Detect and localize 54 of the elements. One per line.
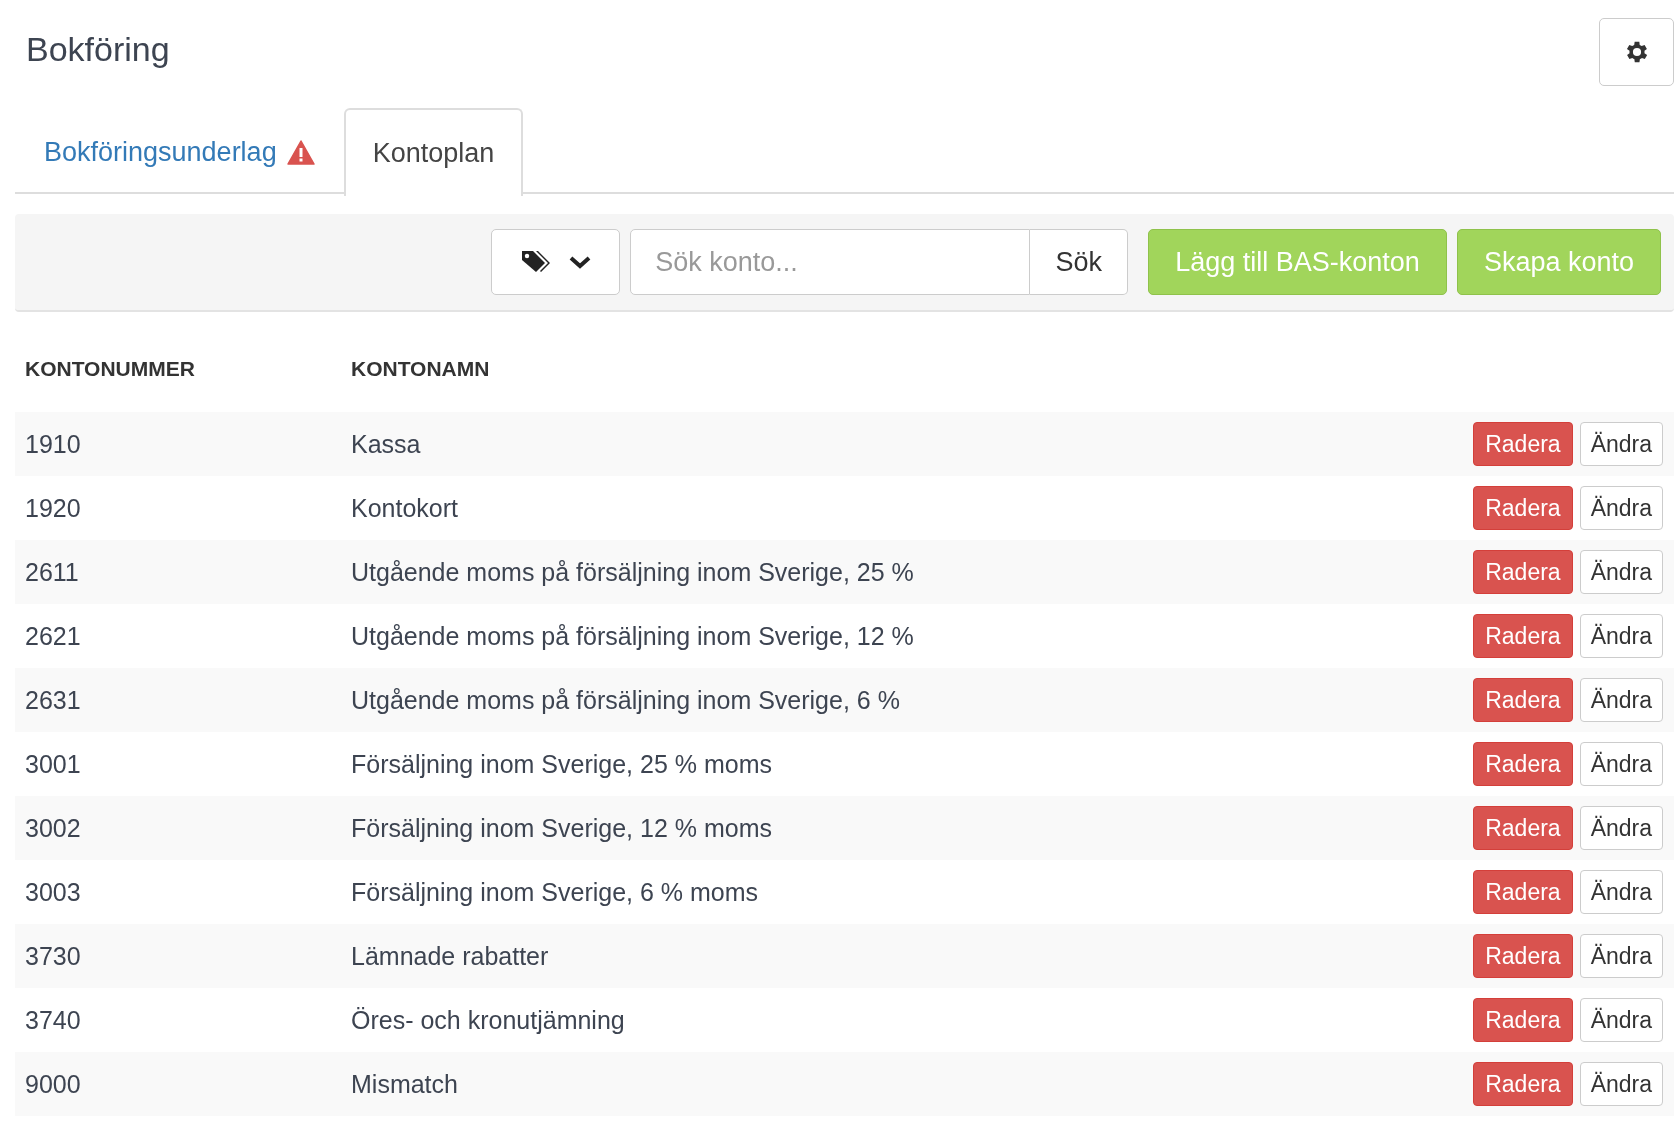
account-name: Försäljning inom Sverige, 6 % moms — [350, 877, 759, 907]
edit-button[interactable]: Ändra — [1579, 742, 1663, 786]
account-number: 2621 — [24, 621, 82, 651]
account-name: Försäljning inom Sverige, 12 % moms — [350, 813, 772, 843]
delete-button[interactable]: Radera — [1473, 806, 1573, 850]
account-number: 2631 — [24, 685, 82, 715]
tag-filter-dropdown[interactable] — [491, 229, 621, 295]
edit-button[interactable]: Ändra — [1579, 550, 1663, 594]
delete-button[interactable]: Radera — [1473, 550, 1573, 594]
search-field[interactable]: Sök konto... — [630, 229, 1031, 295]
edit-button[interactable]: Ändra — [1579, 422, 1663, 466]
account-number: 3002 — [24, 813, 82, 843]
chevron-down-icon — [567, 254, 592, 270]
column-header: KONTONAMN — [350, 357, 490, 381]
account-name: Försäljning inom Sverige, 25 % moms — [350, 749, 772, 779]
edit-button[interactable]: Ändra — [1579, 486, 1663, 530]
account-number: 3003 — [24, 877, 82, 907]
account-number: 3740 — [24, 1005, 82, 1035]
delete-button[interactable]: Radera — [1473, 742, 1573, 786]
account-number: 1920 — [24, 493, 82, 523]
account-number: 3001 — [24, 749, 82, 779]
delete-button[interactable]: Radera — [1473, 422, 1573, 466]
account-name: Kontokort — [350, 493, 458, 523]
account-number: 1910 — [24, 429, 82, 459]
delete-button[interactable]: Radera — [1473, 614, 1573, 658]
account-name: Utgående moms på försäljning inom Sverige, 6 % — [350, 685, 900, 715]
delete-button[interactable]: Radera — [1473, 678, 1573, 722]
delete-button[interactable]: Radera — [1473, 1062, 1573, 1106]
search-button[interactable]: Sök — [1030, 229, 1129, 295]
account-number: 3730 — [24, 941, 82, 971]
account-name: Lämnade rabatter — [350, 941, 549, 971]
tab[interactable]: Kontoplan — [343, 108, 524, 196]
edit-button[interactable]: Ändra — [1579, 870, 1663, 914]
delete-button[interactable]: Radera — [1473, 870, 1573, 914]
delete-button[interactable]: Radera — [1473, 486, 1573, 530]
edit-button[interactable]: Ändra — [1579, 614, 1663, 658]
edit-button[interactable]: Ändra — [1579, 934, 1663, 978]
delete-button[interactable]: Radera — [1473, 998, 1573, 1042]
edit-button[interactable]: Ändra — [1579, 1062, 1663, 1106]
account-number: 9000 — [24, 1069, 82, 1099]
account-name: Utgående moms på försäljning inom Sverige, 25 % — [350, 557, 914, 587]
edit-button[interactable]: Ändra — [1579, 998, 1663, 1042]
account-name: Utgående moms på försäljning inom Sverige, 12 % — [350, 621, 914, 651]
account-name: Kassa — [350, 429, 421, 459]
edit-button[interactable]: Ändra — [1579, 806, 1663, 850]
page-title: Bokföring — [26, 30, 170, 69]
column-header: KONTONUMMER — [24, 357, 196, 381]
account-name: Öres- och kronutjämning — [350, 1005, 625, 1035]
settings-button[interactable] — [1599, 18, 1674, 86]
account-name: Mismatch — [350, 1069, 458, 1099]
edit-button[interactable]: Ändra — [1579, 678, 1663, 722]
account-number: 2611 — [24, 557, 80, 587]
tab[interactable]: Bokföringsunderlag — [15, 108, 344, 194]
delete-button[interactable]: Radera — [1473, 934, 1573, 978]
